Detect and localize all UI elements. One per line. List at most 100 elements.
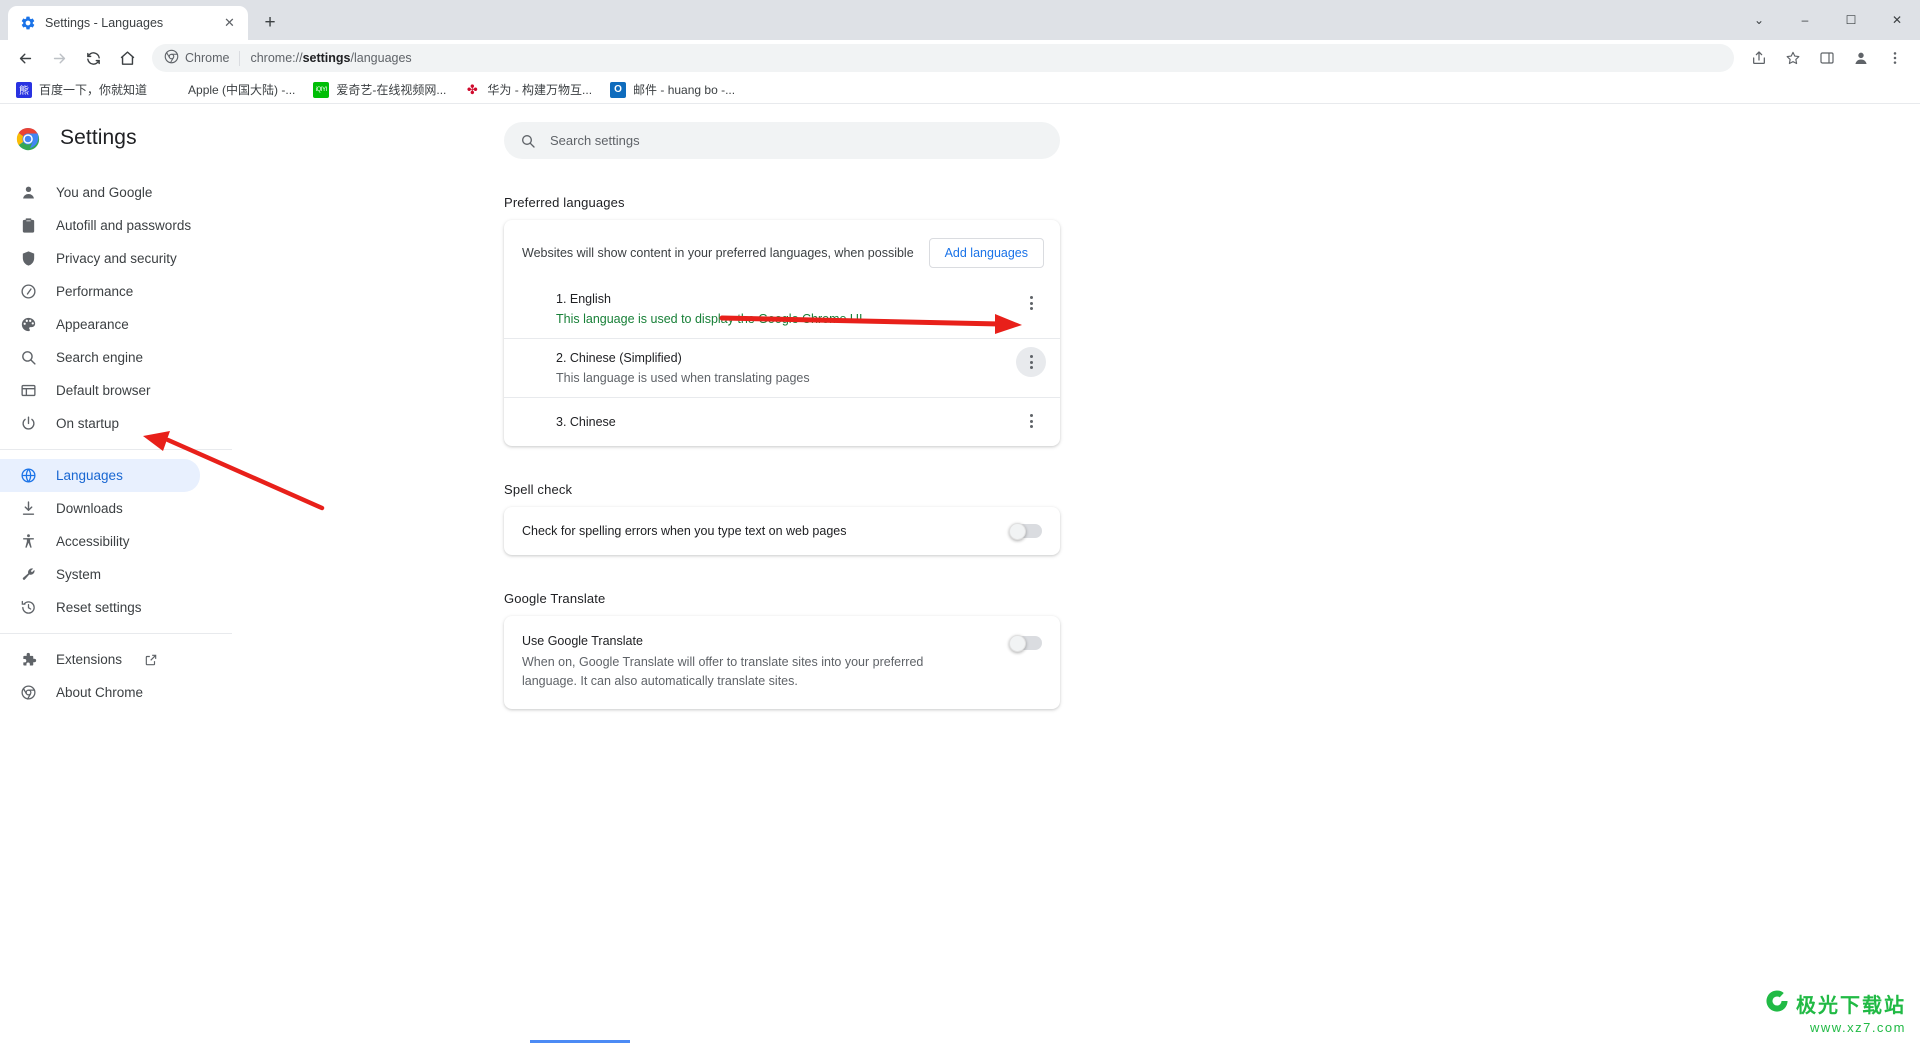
bookmark-label: Apple (中国大陆) -... xyxy=(188,83,296,97)
bookmark-item[interactable]: 熊 百度一下，你就知道 xyxy=(8,79,155,101)
puzzle-icon xyxy=(18,650,38,670)
minimize-button[interactable]: – xyxy=(1782,3,1828,37)
more-vertical-icon[interactable] xyxy=(1016,288,1046,318)
sidebar-item-accessibility[interactable]: Accessibility xyxy=(0,525,200,558)
language-row[interactable]: 1. English This language is used to disp… xyxy=(504,280,1060,338)
use-google-translate-desc: When on, Google Translate will offer to … xyxy=(522,655,924,688)
download-icon xyxy=(18,499,38,519)
accessibility-icon xyxy=(18,532,38,552)
sidebar-item-appearance[interactable]: Appearance xyxy=(0,308,200,341)
search-input[interactable]: Search settings xyxy=(504,122,1060,159)
sidebar-item-downloads[interactable]: Downloads xyxy=(0,492,200,525)
bookmark-item[interactable]: ✤ 华为 - 构建万物互... xyxy=(456,79,600,101)
spell-check-toggle[interactable] xyxy=(1009,522,1042,540)
outlook-icon: O xyxy=(610,81,627,98)
card-header: Websites will show content in your prefe… xyxy=(504,220,1060,274)
close-tab-icon[interactable]: ✕ xyxy=(221,15,238,32)
history-restore-icon xyxy=(18,598,38,618)
language-info: 2. Chinese (Simplified) This language is… xyxy=(556,349,1016,387)
language-info: 1. English This language is used to disp… xyxy=(556,290,1016,328)
chrome-menu-icon[interactable] xyxy=(1881,44,1909,72)
sidebar-item-extensions[interactable]: Extensions xyxy=(0,643,200,676)
sidebar-item-label: Downloads xyxy=(56,501,123,516)
home-icon[interactable] xyxy=(113,44,141,72)
sidebar-item-performance[interactable]: Performance xyxy=(0,275,200,308)
close-window-button[interactable]: ✕ xyxy=(1874,3,1920,37)
forward-icon[interactable] xyxy=(45,44,73,72)
bookmark-label: 百度一下，你就知道 xyxy=(39,83,148,97)
share-icon[interactable] xyxy=(1745,44,1773,72)
sidebar-item-reset-settings[interactable]: Reset settings xyxy=(0,591,200,624)
use-google-translate-title: Use Google Translate xyxy=(522,634,643,648)
watermark: 极光下载站 www.xz7.com xyxy=(1764,988,1906,1035)
chrome-chip: Chrome xyxy=(164,49,229,67)
watermark-name: 极光下载站 xyxy=(1796,995,1906,1017)
toolbar-right xyxy=(1742,44,1912,72)
clipboard-icon xyxy=(18,216,38,236)
sidebar-item-label: Default browser xyxy=(56,383,151,398)
maximize-button[interactable]: ☐ xyxy=(1828,3,1874,37)
browser-tab[interactable]: Settings - Languages ✕ xyxy=(8,6,248,40)
more-vertical-icon[interactable] xyxy=(1016,406,1046,436)
sidebar-item-label: You and Google xyxy=(56,185,153,200)
toggle-knob xyxy=(1009,634,1026,652)
bookmark-label: 爱奇艺-在线视频网... xyxy=(336,83,447,97)
add-languages-button[interactable]: Add languages xyxy=(928,238,1044,268)
toggle-knob xyxy=(1009,522,1026,540)
chrome-chip-label: Chrome xyxy=(185,51,230,65)
more-vertical-icon[interactable] xyxy=(1016,347,1046,377)
sidebar-item-on-startup[interactable]: On startup xyxy=(0,407,200,440)
spell-check-row[interactable]: Check for spelling errors when you type … xyxy=(504,507,1060,555)
sidebar-item-about-chrome[interactable]: About Chrome xyxy=(0,676,200,709)
bookmarks-bar: 熊 百度一下，你就知道 Apple (中国大陆) -... iQIYI 爱奇艺-… xyxy=(0,76,1920,104)
speedometer-icon xyxy=(18,282,38,302)
sidebar-nav-group-1: You and Google Autofill and passwords Pr… xyxy=(0,176,232,440)
sidebar-item-label: About Chrome xyxy=(56,685,144,700)
back-icon[interactable] xyxy=(11,44,39,72)
external-link-icon[interactable] xyxy=(144,653,158,667)
sidebar-item-privacy[interactable]: Privacy and security xyxy=(0,242,200,275)
sidebar-item-label: Autofill and passwords xyxy=(56,218,192,233)
baidu-icon: 熊 xyxy=(16,81,32,98)
tab-title: Settings - Languages xyxy=(45,16,164,30)
address-bar[interactable]: Chrome chrome://settings/languages xyxy=(152,44,1734,72)
google-translate-toggle[interactable] xyxy=(1009,634,1042,652)
sidebar-item-search-engine[interactable]: Search engine xyxy=(0,341,200,374)
bookmark-item[interactable]: O 邮件 - huang bo -... xyxy=(602,79,743,101)
page-title: Settings xyxy=(60,126,137,149)
settings-sidebar: Settings You and Google Autofill and pas… xyxy=(0,104,232,1043)
use-google-translate-row[interactable]: Use Google Translate When on, Google Tra… xyxy=(504,616,1060,709)
window-controls: ⌄ – ☐ ✕ xyxy=(1736,0,1920,40)
bookmark-item[interactable]: Apple (中国大陆) -... xyxy=(157,79,303,101)
sidebar-item-system[interactable]: System xyxy=(0,558,200,591)
sidebar-item-label: Reset settings xyxy=(56,600,142,615)
language-list: 1. English This language is used to disp… xyxy=(504,274,1060,446)
language-row[interactable]: 3. Chinese xyxy=(504,397,1060,446)
sidebar-item-default-browser[interactable]: Default browser xyxy=(0,374,200,407)
bookmark-item[interactable]: iQIYI 爱奇艺-在线视频网... xyxy=(305,79,454,101)
reload-icon[interactable] xyxy=(79,44,107,72)
bookmark-star-icon[interactable] xyxy=(1779,44,1807,72)
chevron-down-icon[interactable]: ⌄ xyxy=(1736,3,1782,37)
profile-avatar[interactable] xyxy=(1847,44,1875,72)
watermark-logo-icon xyxy=(1764,988,1790,1019)
sidebar-item-you-and-google[interactable]: You and Google xyxy=(0,176,200,209)
search-settings-wrap: Search settings xyxy=(232,104,1920,159)
chrome-about-icon xyxy=(18,683,38,703)
side-panel-icon[interactable] xyxy=(1813,44,1841,72)
omnibox-divider xyxy=(239,50,241,66)
iqiyi-icon: iQIYI xyxy=(313,81,330,98)
sidebar-item-label: Extensions xyxy=(56,652,123,667)
sidebar-item-label: Languages xyxy=(56,468,123,483)
watermark-url: www.xz7.com xyxy=(1810,1020,1906,1035)
preferred-languages-section: Preferred languages Websites will show c… xyxy=(504,195,1060,446)
settings-brand: Settings xyxy=(0,110,232,166)
language-row[interactable]: 2. Chinese (Simplified) This language is… xyxy=(504,338,1060,397)
sidebar-item-languages[interactable]: Languages xyxy=(0,459,200,492)
section-title: Google Translate xyxy=(504,591,606,606)
new-tab-button[interactable]: + xyxy=(256,9,284,37)
sidebar-item-autofill[interactable]: Autofill and passwords xyxy=(0,209,200,242)
url-prefix: chrome:// xyxy=(250,51,303,65)
tab-strip: Settings - Languages ✕ + ⌄ – ☐ ✕ xyxy=(0,0,1920,40)
language-name: 3. Chinese xyxy=(556,415,616,429)
